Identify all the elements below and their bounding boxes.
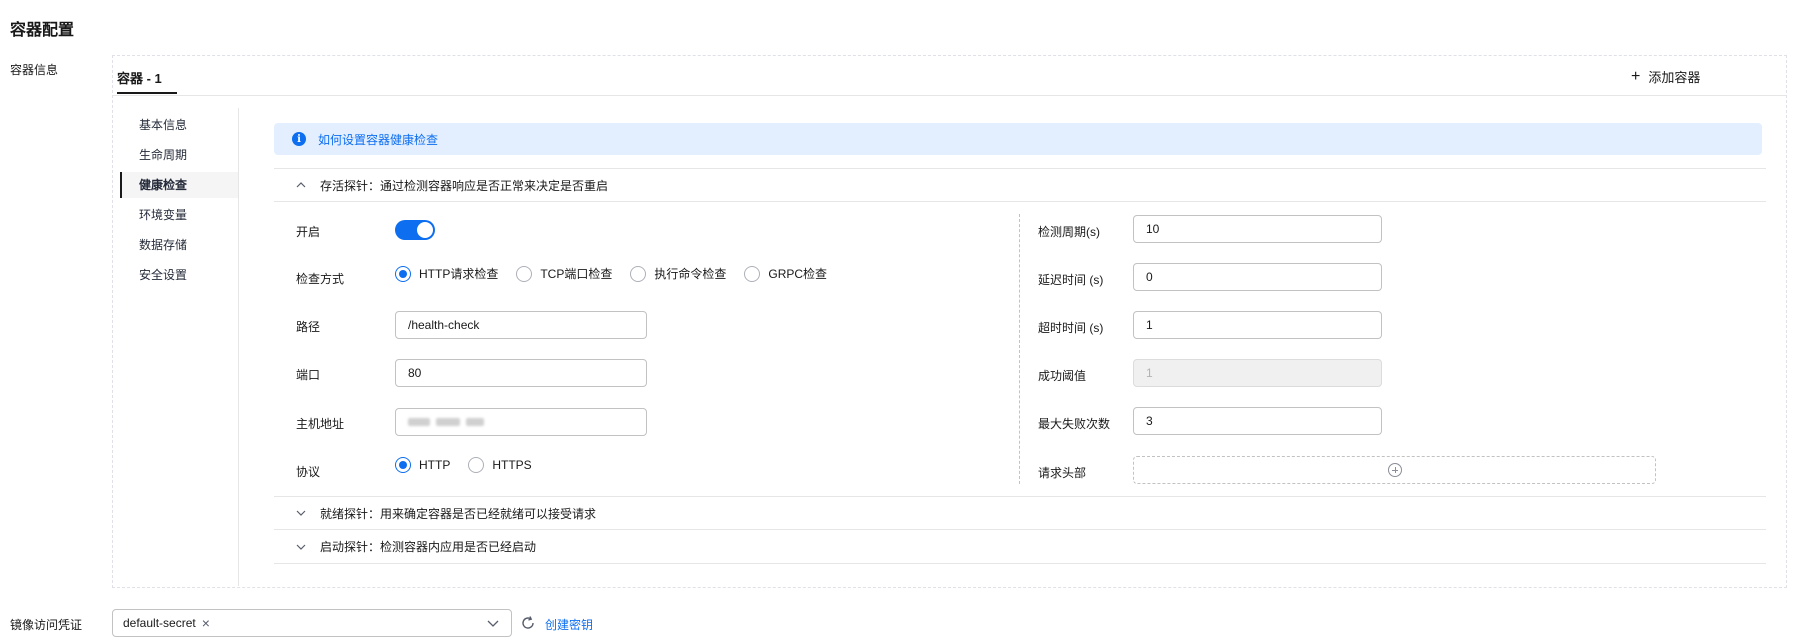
liveness-probe-header[interactable]: 存活探针：通过检测容器响应是否正常来决定是否重启 xyxy=(274,168,1766,202)
failure-threshold-input[interactable]: 3 xyxy=(1133,407,1382,435)
check-method-label: 检查方式 xyxy=(296,272,345,286)
tab-container-1[interactable]: 容器 - 1 xyxy=(117,68,162,87)
image-secret-select[interactable]: default-secret × xyxy=(112,609,512,637)
protocol-radio-group: HTTP HTTPS xyxy=(395,457,542,473)
side-item-security[interactable]: 安全设置 xyxy=(120,262,238,288)
host-input[interactable] xyxy=(395,408,647,436)
container-info-label: 容器信息 xyxy=(10,63,59,77)
chevron-down-icon[interactable] xyxy=(487,619,499,629)
check-method-radio-group: HTTP请求检查 TCP端口检查 执行命令检查 GRPC检查 xyxy=(395,265,837,282)
success-threshold-input: 1 xyxy=(1133,359,1382,387)
image-secret-label: 镜像访问凭证 xyxy=(10,618,83,632)
enable-toggle[interactable] xyxy=(395,220,435,240)
radio-http-check-label[interactable]: HTTP请求检查 xyxy=(419,265,498,282)
side-item-health-check[interactable]: 健康检查 xyxy=(120,172,238,198)
chevron-up-icon xyxy=(296,182,306,188)
radio-tcp-check[interactable] xyxy=(516,265,533,282)
add-request-header-button[interactable] xyxy=(1133,456,1656,484)
create-secret-link[interactable]: 创建密钥 xyxy=(545,616,593,633)
path-label: 路径 xyxy=(296,320,321,334)
page-title: 容器配置 xyxy=(10,22,75,39)
port-input[interactable]: 80 xyxy=(395,359,647,387)
period-input[interactable]: 10 xyxy=(1133,215,1382,243)
readiness-probe-title: 就绪探针：用来确定容器是否已经就绪可以接受请求 xyxy=(320,506,597,521)
radio-exec-check-label[interactable]: 执行命令检查 xyxy=(654,265,726,282)
period-label: 检测周期(s) xyxy=(1038,225,1100,239)
liveness-probe-title: 存活探针：通过检测容器响应是否正常来决定是否重启 xyxy=(320,178,609,193)
radio-https[interactable] xyxy=(468,457,485,473)
host-label: 主机地址 xyxy=(296,417,345,431)
chevron-down-icon xyxy=(296,510,306,516)
radio-http-label[interactable]: HTTP xyxy=(419,458,450,472)
startup-probe-title: 启动探针：检测容器内应用是否已经启动 xyxy=(320,540,537,554)
timeout-label: 超时时间 (s) xyxy=(1038,321,1104,335)
request-headers-label: 请求头部 xyxy=(1038,466,1087,480)
side-item-basic-info[interactable]: 基本信息 xyxy=(120,112,238,138)
side-menu-divider xyxy=(238,108,239,586)
startup-probe-header[interactable]: 启动探针：检测容器内应用是否已经启动 xyxy=(274,530,1766,564)
enable-label: 开启 xyxy=(296,225,321,239)
radio-exec-check[interactable] xyxy=(630,265,647,282)
protocol-label: 协议 xyxy=(296,465,321,479)
radio-http-check[interactable] xyxy=(395,265,411,282)
timeout-input[interactable]: 1 xyxy=(1133,311,1382,339)
failure-threshold-label: 最大失败次数 xyxy=(1038,417,1111,431)
selected-secret-tag: default-secret × xyxy=(123,616,210,630)
plus-icon: + xyxy=(1631,68,1641,85)
readiness-probe-header[interactable]: 就绪探针：用来确定容器是否已经就绪可以接受请求 xyxy=(274,496,1766,530)
selected-secret-tag-label: default-secret xyxy=(123,616,196,630)
success-threshold-label: 成功阈值 xyxy=(1038,369,1087,383)
side-item-data-storage[interactable]: 数据存储 xyxy=(120,232,238,258)
host-value-redacted xyxy=(408,418,484,426)
side-item-env-vars[interactable]: 环境变量 xyxy=(120,202,238,228)
side-item-lifecycle[interactable]: 生命周期 xyxy=(120,142,238,168)
delay-input[interactable]: 0 xyxy=(1133,263,1382,291)
radio-grpc-check-label[interactable]: GRPC检查 xyxy=(768,265,827,282)
refresh-icon[interactable] xyxy=(520,615,536,631)
add-container-button[interactable]: + 添加容器 xyxy=(1631,67,1700,86)
path-input[interactable]: /health-check xyxy=(395,311,647,339)
radio-tcp-check-label[interactable]: TCP端口检查 xyxy=(540,265,612,282)
radio-http[interactable] xyxy=(395,457,411,473)
container-tab-bar xyxy=(113,56,1786,96)
form-column-divider xyxy=(1019,214,1020,484)
radio-https-label[interactable]: HTTPS xyxy=(492,458,531,472)
circle-plus-icon xyxy=(1387,463,1402,477)
info-banner: i 如何设置容器健康检查 xyxy=(274,123,1762,155)
radio-grpc-check[interactable] xyxy=(744,265,761,282)
tab-active-underline xyxy=(117,92,177,94)
chevron-down-icon xyxy=(296,544,306,550)
close-icon[interactable]: × xyxy=(202,616,210,630)
toggle-knob xyxy=(417,222,433,238)
add-container-label: 添加容器 xyxy=(1648,70,1701,85)
health-check-help-link[interactable]: 如何设置容器健康检查 xyxy=(318,131,438,148)
info-icon: i xyxy=(292,132,306,146)
delay-label: 延迟时间 (s) xyxy=(1038,273,1104,287)
port-label: 端口 xyxy=(296,368,321,382)
